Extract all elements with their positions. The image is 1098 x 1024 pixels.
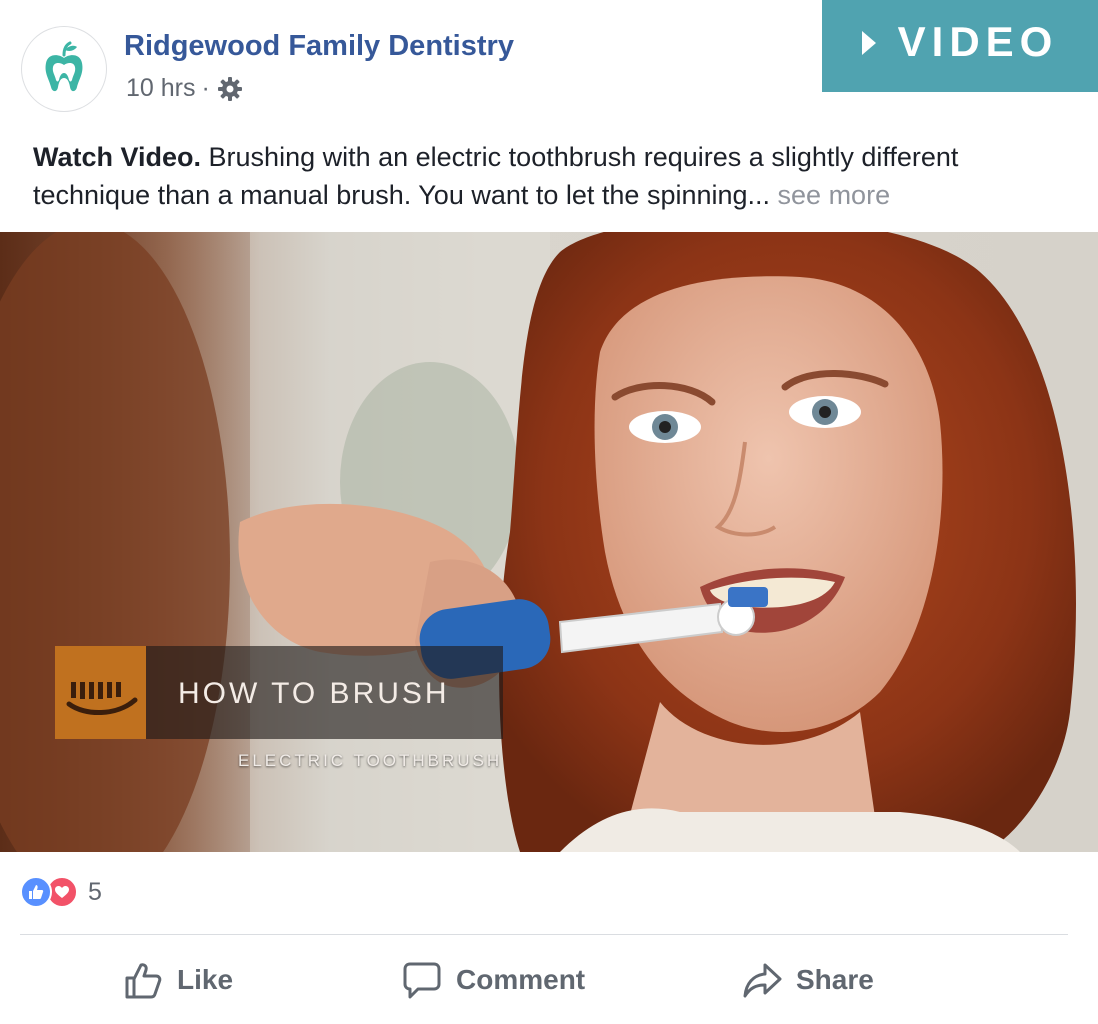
thumbs-up-icon [125, 963, 162, 999]
post-meta: 10 hrs · [126, 74, 244, 103]
post-lead: Watch Video. [33, 142, 202, 172]
like-button[interactable]: Like [123, 952, 233, 1008]
action-divider [20, 934, 1068, 935]
meta-separator: · [201, 74, 210, 102]
comment-bubble-icon [403, 962, 441, 999]
comment-button[interactable]: Comment [402, 952, 585, 1008]
reaction-count: 5 [88, 877, 102, 906]
play-triangle-icon [861, 31, 876, 55]
video-badge: VIDEO [822, 0, 1098, 92]
page-avatar[interactable] [21, 26, 107, 112]
see-more-link[interactable]: see more [778, 180, 891, 210]
like-reaction-icon [20, 876, 52, 908]
toothbrush-icon [55, 646, 146, 739]
video-overlay-title: HOW TO BRUSH [178, 677, 450, 710]
share-button-label: Share [796, 964, 874, 995]
share-arrow-icon [743, 963, 782, 998]
tooth-apple-logo-icon [45, 41, 83, 92]
like-button-label: Like [177, 964, 234, 995]
video-thumbnail[interactable]: HOW TO BRUSH ELECTRIC TOOTHBRUSH [0, 232, 1098, 852]
action-bar: Like Comment Share [0, 952, 1098, 1012]
gear-icon[interactable] [216, 75, 244, 103]
post-message: Watch Video. Brushing with an electric t… [33, 138, 1073, 214]
video-overlay-subtitle: ELECTRIC TOOTHBRUSH [238, 751, 503, 770]
facebook-post: Ridgewood Family Dentistry 10 hrs · VIDE… [0, 0, 1098, 1024]
reactions-summary[interactable]: 5 [20, 876, 102, 908]
video-badge-label: VIDEO [897, 18, 1059, 65]
comment-button-label: Comment [456, 964, 586, 995]
page-name-link[interactable]: Ridgewood Family Dentistry [124, 30, 514, 63]
share-button[interactable]: Share [742, 952, 874, 1008]
post-timestamp[interactable]: 10 hrs [126, 74, 195, 103]
video-frame-illustration [0, 232, 1098, 852]
